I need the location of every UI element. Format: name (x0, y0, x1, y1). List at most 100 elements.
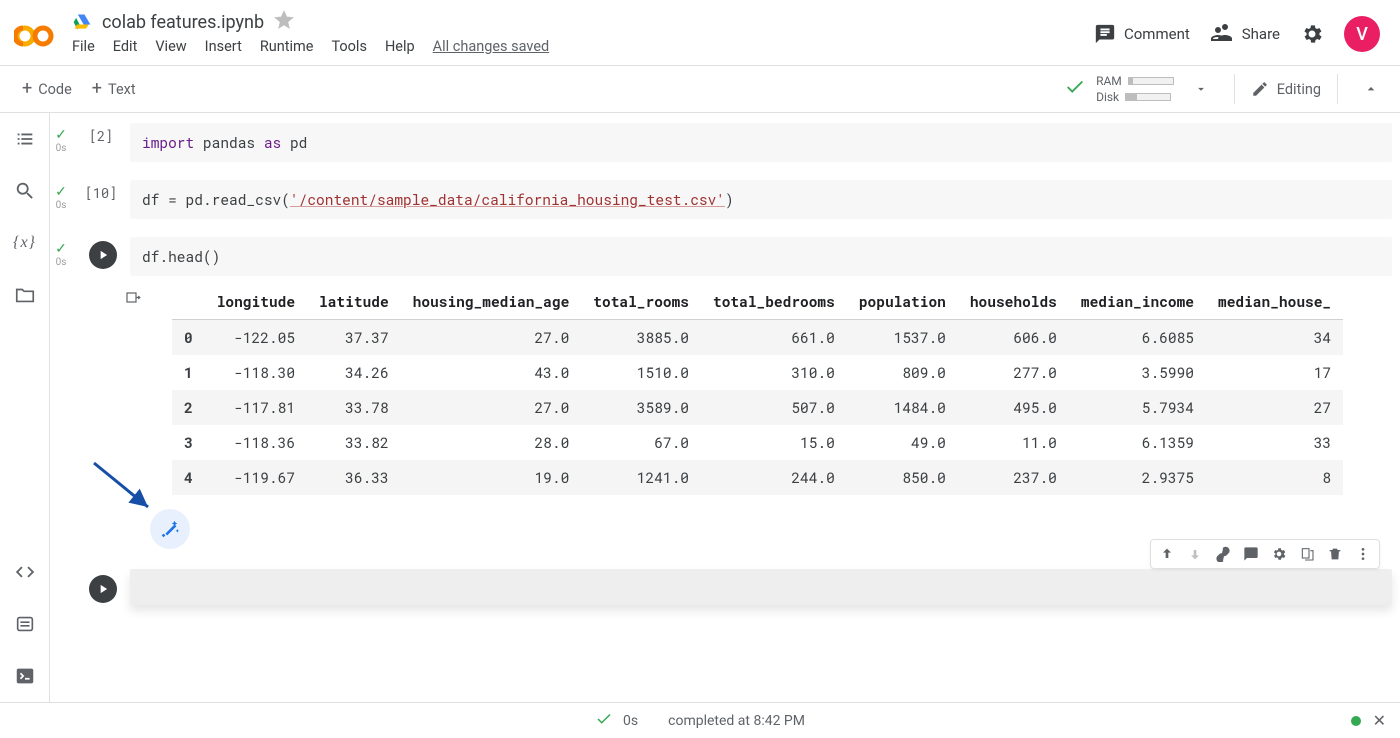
connected-check-icon (1064, 76, 1086, 102)
code-icon (14, 561, 36, 583)
close-statusbar-button[interactable]: ✕ (1373, 711, 1386, 730)
code-snippets-button[interactable] (13, 560, 37, 584)
move-up-button[interactable] (1155, 542, 1179, 566)
divider (1234, 74, 1235, 104)
dataframe-output[interactable]: longitudelatitudehousing_median_agetotal… (152, 284, 1392, 495)
table-row: 3-118.3633.8228.067.015.049.011.06.13593… (172, 425, 1343, 460)
dataframe-table: longitudelatitudehousing_median_agetotal… (172, 284, 1343, 495)
resources-indicator[interactable]: RAM Disk (1096, 74, 1174, 104)
run-cell-button[interactable] (89, 575, 117, 603)
code-cell[interactable]: ✓0s [10] df = pd.read_csv('/content/samp… (50, 176, 1400, 223)
table-row: 4-119.6736.3319.01241.0244.0850.0237.02.… (172, 460, 1343, 495)
menu-view[interactable]: View (155, 38, 186, 55)
code-cell[interactable] (50, 569, 1400, 605)
plus-icon: + (92, 82, 102, 96)
resources-menu-button[interactable] (1184, 72, 1218, 106)
menu-help[interactable]: Help (385, 38, 415, 55)
mirror-cell-button[interactable] (1295, 542, 1319, 566)
comment-icon (1243, 546, 1259, 562)
gear-icon (1271, 546, 1287, 562)
menu-edit[interactable]: Edit (113, 38, 138, 55)
files-button[interactable] (13, 283, 37, 307)
table-header: total_bedrooms (701, 284, 847, 320)
search-button[interactable] (13, 179, 37, 203)
mirror-icon (1299, 546, 1315, 562)
move-down-button[interactable] (1183, 542, 1207, 566)
code-editor[interactable]: df = pd.read_csv('/content/sample_data/c… (130, 180, 1392, 219)
toc-icon (14, 128, 36, 150)
cell-status: ✓0s (50, 180, 72, 211)
variables-button[interactable]: {x} (13, 231, 37, 255)
status-duration: 0s (623, 713, 638, 729)
settings-button[interactable] (1300, 22, 1324, 46)
menu-runtime[interactable]: Runtime (260, 38, 314, 55)
disk-label: Disk (1096, 90, 1119, 104)
folder-icon (14, 284, 36, 306)
terminal-icon (14, 665, 36, 687)
star-icon[interactable] (274, 10, 294, 34)
link-button[interactable] (1211, 542, 1235, 566)
code-cell[interactable]: ✓0s df.head() (50, 233, 1400, 280)
run-button-wrap (82, 237, 120, 269)
code-cell[interactable]: ✓0s [2] import pandas as pd (50, 119, 1400, 166)
chevron-up-icon (1363, 81, 1379, 97)
avatar[interactable]: V (1344, 16, 1380, 52)
success-check-icon: ✓ (55, 241, 67, 257)
comment-button[interactable]: Comment (1094, 23, 1190, 45)
share-icon (1210, 22, 1234, 46)
divider (1337, 74, 1338, 104)
menu-file[interactable]: File (72, 38, 95, 55)
variables-icon: {x} (13, 234, 36, 252)
more-vert-icon (1355, 546, 1371, 562)
clear-output-icon (124, 290, 142, 308)
plus-icon: + (22, 82, 32, 96)
notebook-title[interactable]: colab features.ipynb (102, 12, 264, 33)
cell-settings-button[interactable] (1267, 542, 1291, 566)
add-code-button[interactable]: + Code (12, 75, 82, 104)
link-icon (1215, 546, 1231, 562)
gear-icon (1300, 22, 1324, 46)
arrow-up-icon (1159, 546, 1175, 562)
more-button[interactable] (1351, 542, 1375, 566)
menubar: File Edit View Insert Runtime Tools Help… (72, 34, 1094, 65)
comment-cell-button[interactable] (1239, 542, 1263, 566)
colab-logo (12, 14, 56, 58)
status-message: completed at 8:42 PM (668, 713, 805, 729)
success-check-icon: ✓ (55, 127, 67, 143)
mode-indicator[interactable]: Editing (1251, 80, 1321, 98)
table-row: 0-122.0537.3727.03885.0661.01537.0606.06… (172, 320, 1343, 356)
command-palette-button[interactable] (13, 612, 37, 636)
execution-count: [2] (82, 123, 120, 145)
add-code-label: Code (38, 81, 72, 98)
code-editor[interactable]: df.head() (130, 237, 1392, 276)
arrow-down-icon (1187, 546, 1203, 562)
cell-status: ✓0s (50, 123, 72, 154)
avatar-letter: V (1356, 24, 1368, 45)
code-editor[interactable]: import pandas as pd (130, 123, 1392, 162)
collapse-button[interactable] (1354, 72, 1388, 106)
play-icon (96, 582, 110, 596)
drive-icon (72, 12, 92, 32)
table-header: housing_median_age (401, 284, 582, 320)
share-button[interactable]: Share (1210, 22, 1280, 46)
terminal-button[interactable] (13, 664, 37, 688)
table-header: longitude (205, 284, 307, 320)
table-header: median_house_ (1206, 284, 1343, 320)
run-cell-button[interactable] (89, 241, 117, 269)
toc-button[interactable] (13, 127, 37, 151)
delete-cell-button[interactable] (1323, 542, 1347, 566)
code-editor[interactable] (130, 569, 1392, 605)
magic-wand-icon (159, 518, 181, 540)
menu-insert[interactable]: Insert (205, 38, 242, 55)
menu-tools[interactable]: Tools (331, 38, 367, 55)
share-label: Share (1242, 25, 1280, 43)
document-icon (14, 613, 36, 635)
trash-icon (1327, 546, 1343, 562)
clear-output-button[interactable] (124, 290, 142, 308)
cell-output: longitudelatitudehousing_median_agetotal… (50, 280, 1400, 499)
kernel-status-icon (1351, 716, 1361, 726)
ram-label: RAM (1096, 74, 1122, 88)
add-text-button[interactable]: +Text (82, 75, 146, 104)
comment-label: Comment (1124, 25, 1190, 43)
cell-toolbar (1150, 539, 1380, 569)
